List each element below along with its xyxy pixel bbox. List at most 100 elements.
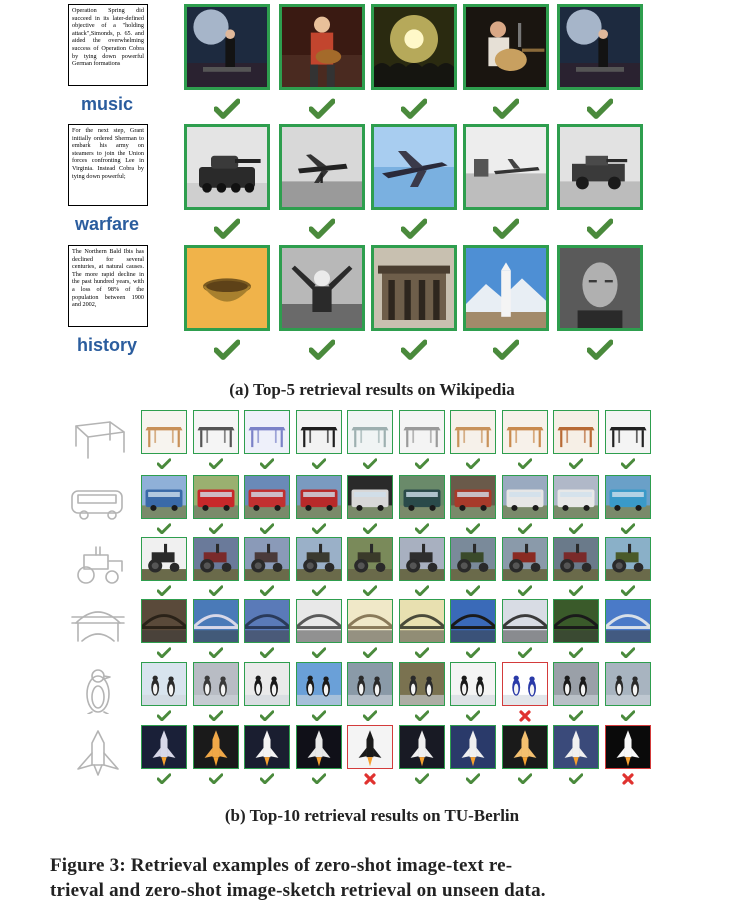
retrieved-image (193, 599, 239, 643)
retrieved-image (605, 475, 651, 519)
check-icon (466, 647, 480, 659)
check-icon (214, 98, 240, 119)
check-icon (466, 458, 480, 470)
check-icon (312, 773, 326, 785)
check-icon (209, 773, 223, 785)
retrieved-image (502, 537, 548, 581)
penguin-sketch-icon (68, 664, 128, 714)
check-icon (260, 647, 274, 659)
retrieved-image (193, 725, 239, 769)
retrieved-image (399, 662, 445, 706)
retrieved-image (296, 599, 342, 643)
retrieved-image (347, 599, 393, 643)
check-icon (466, 585, 480, 597)
check-icon (363, 458, 377, 470)
retrieved-image (141, 662, 187, 706)
retrieved-image (244, 725, 290, 769)
check-icon (157, 773, 171, 785)
check-icon (363, 523, 377, 535)
retrieved-image (279, 124, 365, 210)
retrieved-image (141, 599, 187, 643)
retrieved-image (605, 662, 651, 706)
check-icon (401, 98, 427, 119)
check-icon (587, 339, 613, 360)
retrieved-image (184, 4, 270, 90)
retrieved-image (553, 537, 599, 581)
retrieved-image (347, 725, 393, 769)
check-icon (209, 585, 223, 597)
retrieved-image (557, 124, 643, 210)
retrieved-image (450, 475, 496, 519)
check-icon (518, 458, 532, 470)
retrieved-image (296, 662, 342, 706)
check-icon (518, 647, 532, 659)
check-icon (209, 710, 223, 722)
retrieved-image (244, 475, 290, 519)
retrieved-image (141, 475, 187, 519)
check-icon (415, 585, 429, 597)
check-icon (157, 523, 171, 535)
check-icon (363, 585, 377, 597)
category-label: warfare (74, 214, 140, 234)
retrieved-image (450, 662, 496, 706)
retrieved-image (605, 725, 651, 769)
cross-icon (622, 773, 634, 785)
retrieved-image (184, 124, 270, 210)
check-icon (157, 647, 171, 659)
shuttle-sketch-icon (68, 727, 128, 777)
figure-caption-line-2: trieval and zero-shot image-sketch retri… (50, 880, 546, 901)
check-icon (415, 710, 429, 722)
retrieved-image (347, 475, 393, 519)
check-icon (260, 585, 274, 597)
check-icon (415, 458, 429, 470)
retrieved-image (553, 410, 599, 454)
retrieved-image (553, 662, 599, 706)
check-icon (312, 523, 326, 535)
retrieved-image (371, 4, 457, 90)
check-icon (312, 585, 326, 597)
retrieved-image (399, 537, 445, 581)
check-icon (415, 523, 429, 535)
check-icon (363, 647, 377, 659)
check-icon (401, 218, 427, 239)
retrieved-image (347, 537, 393, 581)
query-text-box: For the next step, Grant initially order… (68, 124, 148, 206)
check-icon (621, 710, 635, 722)
check-icon (493, 339, 519, 360)
retrieved-image (184, 245, 270, 331)
check-icon (466, 773, 480, 785)
check-icon (493, 218, 519, 239)
check-icon (260, 773, 274, 785)
retrieved-image (553, 725, 599, 769)
retrieved-image (193, 410, 239, 454)
check-icon (209, 647, 223, 659)
bridge-sketch-icon (68, 601, 128, 651)
subcaption-b: (b) Top-10 retrieval results on TU-Berli… (224, 806, 520, 825)
check-icon (569, 773, 583, 785)
check-icon (312, 710, 326, 722)
retrieved-image (450, 537, 496, 581)
check-icon (518, 773, 532, 785)
check-icon (621, 585, 635, 597)
retrieved-image (557, 4, 643, 90)
retrieved-image (502, 599, 548, 643)
check-icon (260, 458, 274, 470)
retrieved-image (502, 410, 548, 454)
check-icon (569, 710, 583, 722)
check-icon (415, 647, 429, 659)
retrieved-image (244, 410, 290, 454)
check-icon (587, 218, 613, 239)
retrieved-image (244, 599, 290, 643)
check-icon (209, 523, 223, 535)
check-icon (401, 339, 427, 360)
retrieved-image (279, 245, 365, 331)
retrieved-image (605, 599, 651, 643)
cross-icon (364, 773, 376, 785)
check-icon (309, 218, 335, 239)
check-icon (312, 647, 326, 659)
category-label: music (80, 94, 134, 114)
retrieved-image (296, 537, 342, 581)
query-text-box: The Northern Bald Ibis has declined for … (68, 245, 148, 327)
check-icon (587, 98, 613, 119)
check-icon (157, 710, 171, 722)
